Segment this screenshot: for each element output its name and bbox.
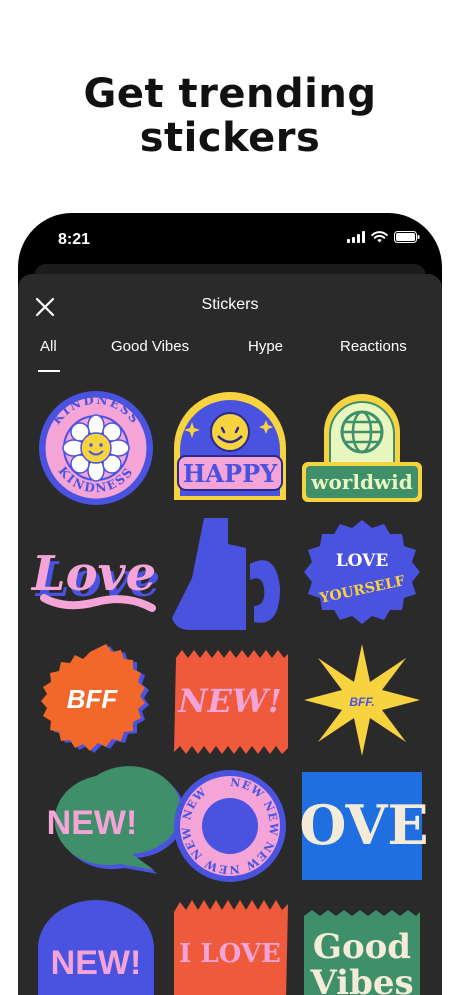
sticker-new-circle[interactable]: NEW NEW NEW NEW NEW NEW bbox=[170, 770, 290, 882]
bff-star-text: BFF. bbox=[349, 695, 374, 709]
new-red-sticker-art: NEW! bbox=[174, 650, 288, 754]
good-vibes-sticker-art: Good Vibes bbox=[304, 910, 420, 995]
battery-icon bbox=[394, 231, 420, 243]
promo-headline: Get trending stickers bbox=[0, 72, 460, 160]
love-yourself-sticker-art: LOVE YOURSELF bbox=[304, 520, 420, 624]
sticker-love-yourself[interactable]: LOVE YOURSELF bbox=[302, 518, 422, 630]
sticker-new-bubble[interactable]: NEW! bbox=[36, 766, 185, 882]
ove-blue-text: OVE bbox=[299, 793, 428, 857]
good-vibes-text-2: Vibes bbox=[309, 963, 413, 995]
sticker-new-red[interactable]: NEW! bbox=[170, 644, 290, 756]
new-circle-sticker-art: NEW NEW NEW NEW NEW NEW bbox=[174, 770, 286, 882]
worldwide-sticker-art: worldwid bbox=[302, 394, 422, 502]
tab-all[interactable]: All bbox=[40, 338, 57, 355]
love-yourself-text-1: LOVE bbox=[336, 551, 389, 571]
tab-hype[interactable]: Hype bbox=[248, 338, 283, 355]
category-tabs: All Good Vibes Hype Reactions bbox=[18, 338, 442, 374]
ove-blue-sticker-art: OVE bbox=[299, 772, 429, 880]
new-red-text: NEW! bbox=[177, 682, 282, 720]
bff-orange-text: BFF bbox=[67, 684, 119, 714]
sticker-ove-blue[interactable]: OVE bbox=[299, 770, 429, 882]
sticker-shapes[interactable] bbox=[170, 518, 290, 630]
i-love-text: I LOVE bbox=[179, 939, 281, 969]
promo-headline-line2: stickers bbox=[139, 115, 321, 161]
bff-star-sticker-art: BFF. bbox=[304, 644, 420, 756]
sheet-title: Stickers bbox=[201, 296, 259, 313]
good-vibes-text-1: Good bbox=[313, 927, 411, 967]
phone-frame: 8:21 Stickers All Good Vibes Hype Reacti… bbox=[18, 213, 442, 995]
status-time: 8:21 bbox=[58, 231, 91, 248]
sheet-header: Stickers bbox=[18, 274, 442, 334]
sticker-kindness[interactable]: KINDNESS KINDNESS bbox=[36, 391, 156, 505]
new-arch-text: NEW! bbox=[51, 944, 142, 982]
sticker-bff-orange[interactable]: BFF bbox=[36, 644, 156, 756]
tab-selected-indicator bbox=[38, 370, 60, 372]
tab-reactions[interactable]: Reactions bbox=[340, 338, 407, 355]
wifi-icon bbox=[371, 231, 388, 243]
love-script-sticker-art: Love Love bbox=[30, 546, 160, 612]
sticker-i-love[interactable]: I LOVE bbox=[170, 896, 290, 995]
new-bubble-sticker-art: NEW! bbox=[47, 766, 185, 874]
new-arch-sticker-art: NEW! bbox=[38, 900, 154, 995]
kindness-sticker-art: KINDNESS KINDNESS bbox=[39, 391, 153, 505]
sticker-bff-star[interactable]: BFF. bbox=[302, 644, 422, 756]
promo-headline-line1: Get trending bbox=[83, 71, 377, 117]
signal-icon bbox=[347, 231, 365, 243]
sticker-new-arch[interactable]: NEW! bbox=[36, 896, 156, 995]
happy-sticker-art: HAPPY bbox=[174, 392, 286, 500]
status-bar: 8:21 bbox=[18, 213, 442, 263]
status-icons bbox=[347, 231, 420, 243]
new-bubble-text: NEW! bbox=[47, 804, 138, 842]
worldwide-text: worldwid bbox=[310, 470, 412, 494]
sticker-worldwide[interactable]: worldwid bbox=[302, 392, 422, 504]
happy-text: HAPPY bbox=[183, 459, 278, 488]
love-script-text: Love bbox=[30, 546, 156, 602]
sticker-happy[interactable]: HAPPY bbox=[170, 392, 290, 504]
shapes-sticker-art bbox=[172, 518, 280, 630]
i-love-sticker-art: I LOVE bbox=[174, 900, 288, 995]
bff-orange-sticker-art: BFF bbox=[41, 644, 149, 753]
sticker-love-script[interactable]: Love Love bbox=[30, 518, 160, 630]
tab-good-vibes[interactable]: Good Vibes bbox=[111, 338, 189, 355]
stickers-sheet: Stickers All Good Vibes Hype Reactions K… bbox=[18, 274, 442, 995]
sticker-good-vibes[interactable]: Good Vibes bbox=[302, 896, 422, 995]
